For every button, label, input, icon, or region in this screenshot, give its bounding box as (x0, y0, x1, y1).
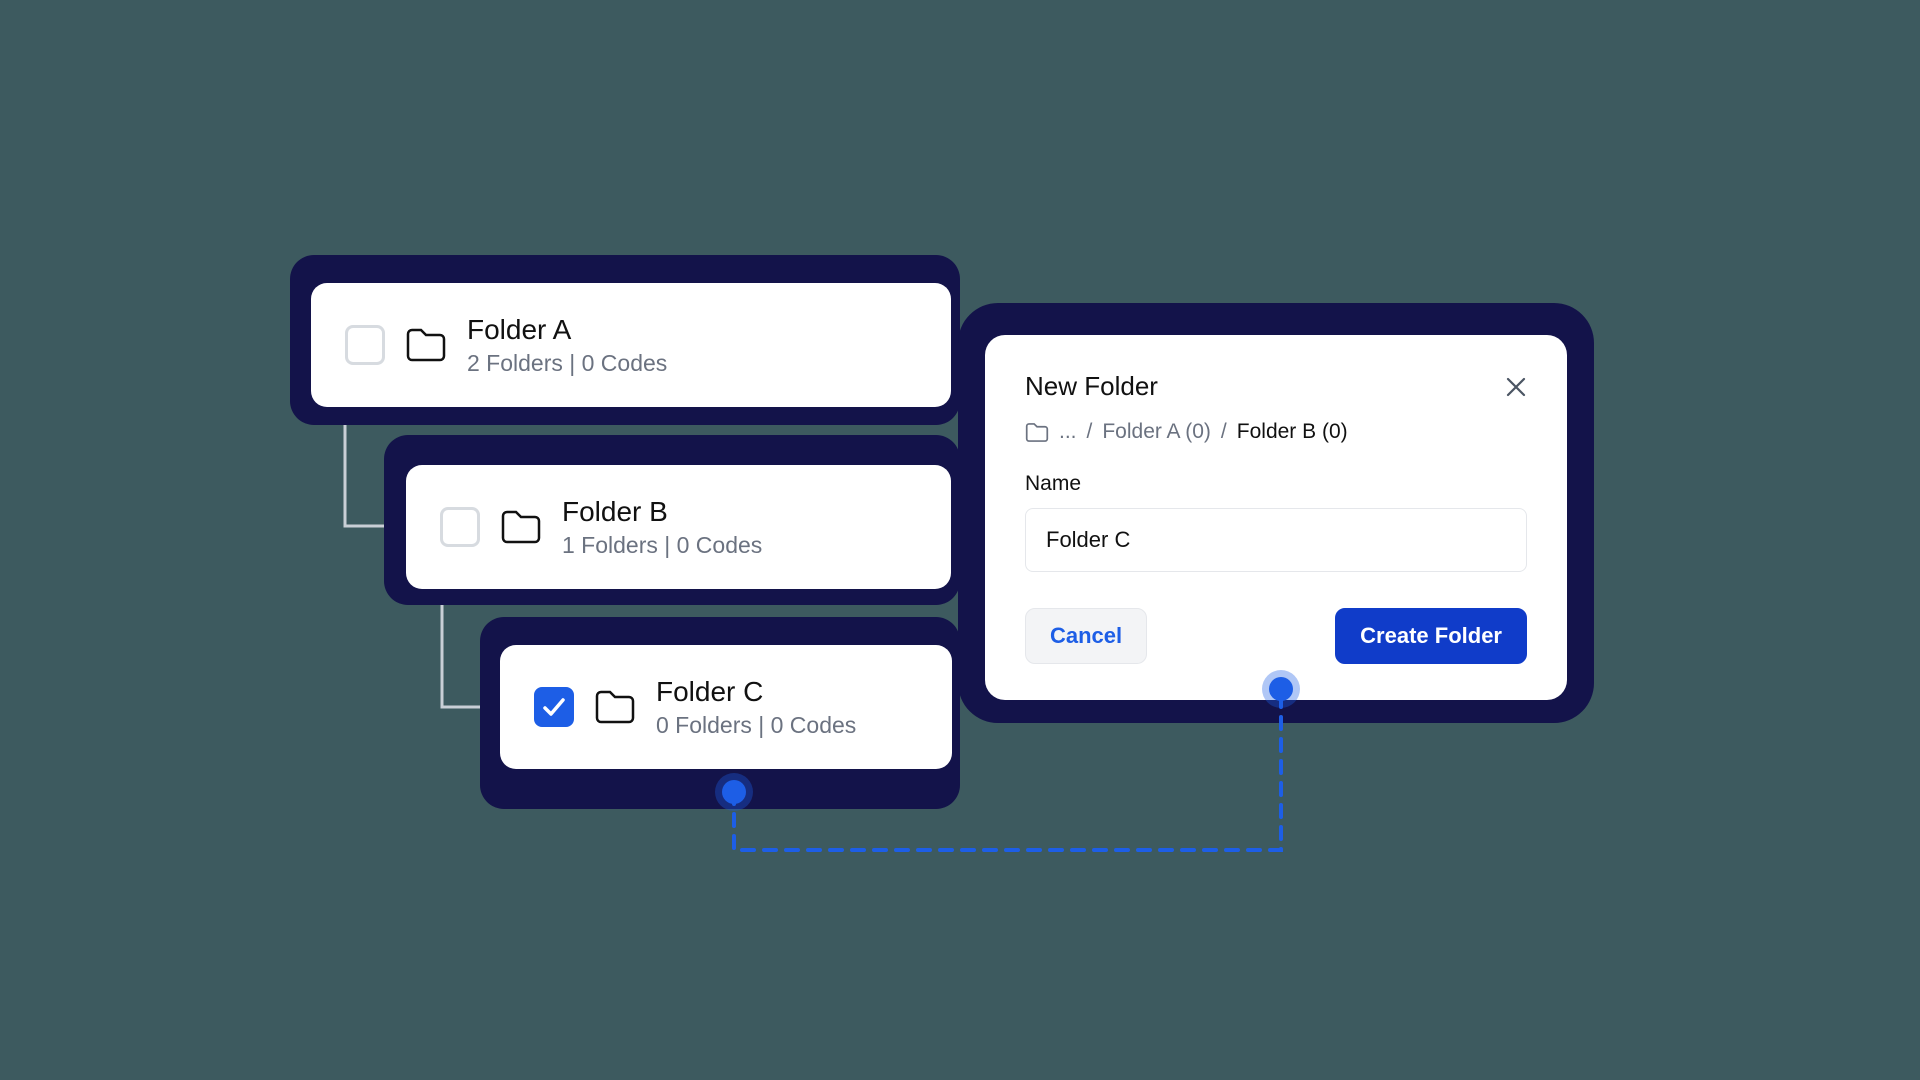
breadcrumb-ellipsis[interactable]: ... (1059, 420, 1077, 444)
dialog-title: New Folder (1025, 371, 1158, 402)
folder-item-c[interactable]: Folder C 0 Folders | 0 Codes (500, 645, 952, 769)
folder-subtitle: 1 Folders | 0 Codes (562, 532, 762, 559)
folder-item-a[interactable]: Folder A 2 Folders | 0 Codes (311, 283, 951, 407)
folder-icon (405, 327, 447, 363)
folder-icon (500, 509, 542, 545)
close-icon[interactable] (1505, 376, 1527, 398)
check-icon (541, 694, 567, 720)
folder-icon (1025, 422, 1049, 443)
folder-subtitle: 2 Folders | 0 Codes (467, 350, 667, 377)
checkbox-folder-c[interactable] (534, 687, 574, 727)
create-folder-button[interactable]: Create Folder (1335, 608, 1527, 664)
checkbox-folder-b[interactable] (440, 507, 480, 547)
breadcrumb-sep: / (1087, 420, 1093, 444)
folder-item-b[interactable]: Folder B 1 Folders | 0 Codes (406, 465, 951, 589)
breadcrumb-current: Folder B (0) (1237, 420, 1348, 444)
folder-title: Folder C (656, 676, 856, 708)
folder-title: Folder A (467, 314, 667, 346)
breadcrumb: ... / Folder A (0) / Folder B (0) (1025, 420, 1527, 444)
name-label: Name (1025, 472, 1527, 496)
folder-icon (594, 689, 636, 725)
connector-node-dot (722, 780, 746, 804)
folder-title: Folder B (562, 496, 762, 528)
cancel-button[interactable]: Cancel (1025, 608, 1147, 664)
breadcrumb-sep: / (1221, 420, 1227, 444)
checkbox-folder-a[interactable] (345, 325, 385, 365)
new-folder-dialog: New Folder ... / Folder A (0) / Folder B… (985, 335, 1567, 700)
connector-node-dot (1269, 677, 1293, 701)
folder-subtitle: 0 Folders | 0 Codes (656, 712, 856, 739)
folder-name-input[interactable] (1025, 508, 1527, 572)
breadcrumb-parent-1[interactable]: Folder A (0) (1102, 420, 1211, 444)
